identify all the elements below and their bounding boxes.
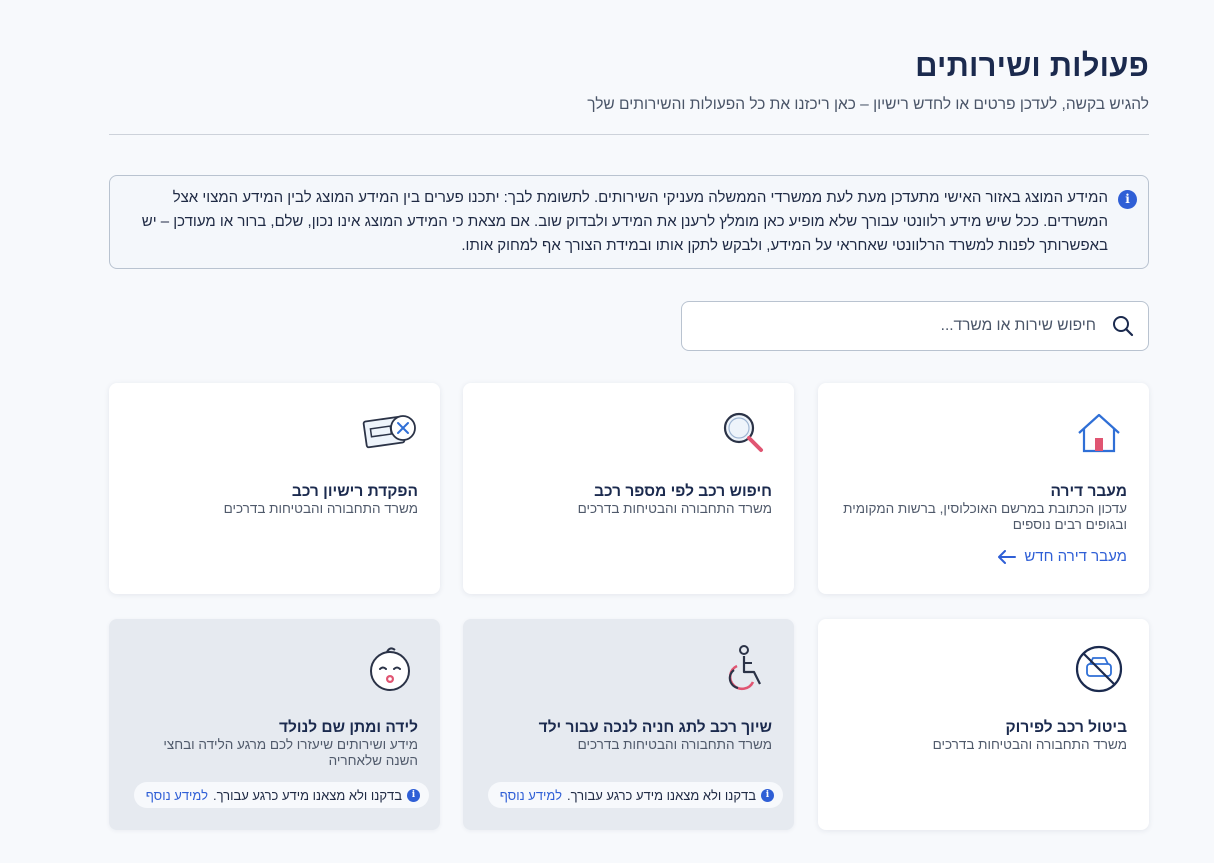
house-icon [1069, 403, 1129, 463]
service-card-license-deposit[interactable]: הפקדת רישיון רכב משרד התחבורה והבטיחות ב… [109, 383, 440, 594]
wheelchair-icon [714, 639, 774, 699]
new-move-link[interactable]: מעבר דירה חדש [998, 548, 1127, 565]
more-info-link[interactable]: למידע נוסף [500, 788, 562, 803]
service-card-vehicle-search[interactable]: חיפוש רכב לפי מספר רכב משרד התחבורה והבט… [463, 383, 794, 594]
card-title: לידה ומתן שם לנולד [279, 719, 418, 736]
info-icon: i [407, 788, 420, 802]
card-title: שיוך רכב לתג חניה לנכה עבור ילד [538, 719, 772, 736]
arrow-left-icon [998, 549, 1017, 564]
search-box[interactable] [681, 301, 1149, 351]
card-title: חיפוש רכב לפי מספר רכב [594, 483, 772, 500]
info-icon: i [761, 788, 774, 802]
card-title: מעבר דירה [1050, 483, 1128, 500]
license-cancel-icon [360, 403, 420, 463]
info-notice: i המידע המוצג באזור האישי מתעדכן מעת לעת… [109, 175, 1149, 269]
page-subtitle: להגיש בקשה, לעדכן פרטים או לחדש רישיון –… [587, 96, 1149, 113]
card-description: משרד התחבורה והבטיחות בדרכים [932, 737, 1127, 752]
status-pill: i בדקנו ולא מצאנו מידע כרגע עבורך. למידע… [133, 782, 429, 808]
magnifier-icon [714, 403, 774, 463]
status-text: בדקנו ולא מצאנו מידע כרגע עבורך. [212, 787, 402, 803]
search-input[interactable] [682, 302, 1096, 350]
info-icon: i [1118, 190, 1137, 209]
service-card-birth[interactable]: לידה ומתן שם לנולד מידע ושירותים שיעזרו … [109, 619, 440, 830]
card-description: מידע ושירותים שיעזרו לכם מרגע הלידה ובחצ… [163, 737, 418, 768]
service-card-moving[interactable]: מעבר דירה עדכון הכתובת במרשם האוכלוסין, … [818, 383, 1149, 594]
card-title: הפקדת רישיון רכב [291, 483, 418, 500]
baby-icon [360, 639, 420, 699]
status-pill: i בדקנו ולא מצאנו מידע כרגע עבורך. למידע… [487, 782, 783, 808]
divider [109, 134, 1149, 135]
card-description: משרד התחבורה והבטיחות בדרכים [577, 501, 772, 516]
more-info-link[interactable]: למידע נוסף [146, 788, 208, 803]
status-text: בדקנו ולא מצאנו מידע כרגע עבורך. [566, 787, 756, 803]
service-card-scrap-cancel[interactable]: ביטול רכב לפירוק משרד התחבורה והבטיחות ב… [818, 619, 1149, 830]
card-link-label: מעבר דירה חדש [1024, 548, 1127, 565]
notice-text: המידע המוצג באזור האישי מתעדכן מעת לעת מ… [141, 189, 1108, 254]
service-card-disabled-parking[interactable]: שיוך רכב לתג חניה לנכה עבור ילד משרד התח… [463, 619, 794, 830]
page-title: פעולות ושירותים [915, 48, 1149, 83]
card-description: עדכון הכתובת במרשם האוכלוסין, ברשות המקו… [843, 501, 1127, 532]
card-title: ביטול רכב לפירוק [1005, 719, 1127, 736]
search-icon[interactable] [1110, 313, 1136, 339]
no-car-icon [1069, 639, 1129, 699]
card-description: משרד התחבורה והבטיחות בדרכים [223, 501, 418, 516]
card-description: משרד התחבורה והבטיחות בדרכים [577, 737, 772, 752]
